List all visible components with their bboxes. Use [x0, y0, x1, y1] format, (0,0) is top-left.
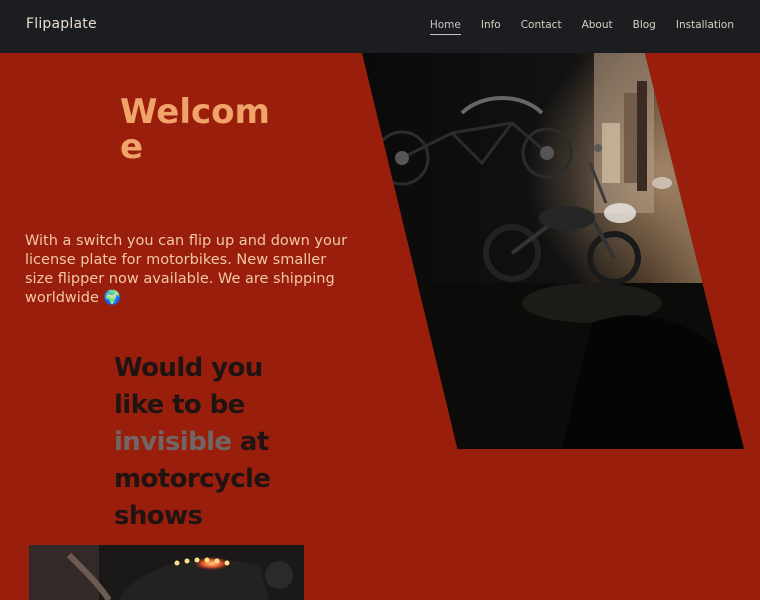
- question-part1: Would you like to be: [114, 353, 263, 420]
- intro-text: With a switch you can flip up and down y…: [25, 232, 350, 308]
- intro-description: With a switch you can flip up and down y…: [25, 233, 348, 306]
- question-highlight: invisible: [114, 427, 232, 457]
- nav-menu: Home Info Contact About Blog Installatio…: [410, 19, 734, 35]
- welcome-heading: Welcome: [120, 92, 270, 167]
- nav-link-info[interactable]: Info: [481, 19, 501, 35]
- nav-link-home[interactable]: Home: [429, 19, 461, 35]
- motorcycle-showroom-image: [362, 53, 744, 449]
- navbar: Flipaplate Home Info Contact About Blog …: [0, 0, 760, 53]
- site-brand[interactable]: Flipaplate: [26, 16, 97, 32]
- invisible-question-heading: Would you like to be invisible at motorc…: [114, 350, 314, 535]
- nav-link-blog[interactable]: Blog: [633, 19, 656, 35]
- nav-link-installation[interactable]: Installation: [676, 19, 734, 35]
- nav-link-about[interactable]: About: [582, 19, 613, 35]
- globe-icon: 🌍: [103, 290, 121, 306]
- nav-link-contact[interactable]: Contact: [521, 19, 562, 35]
- taillight-photo: [29, 545, 304, 600]
